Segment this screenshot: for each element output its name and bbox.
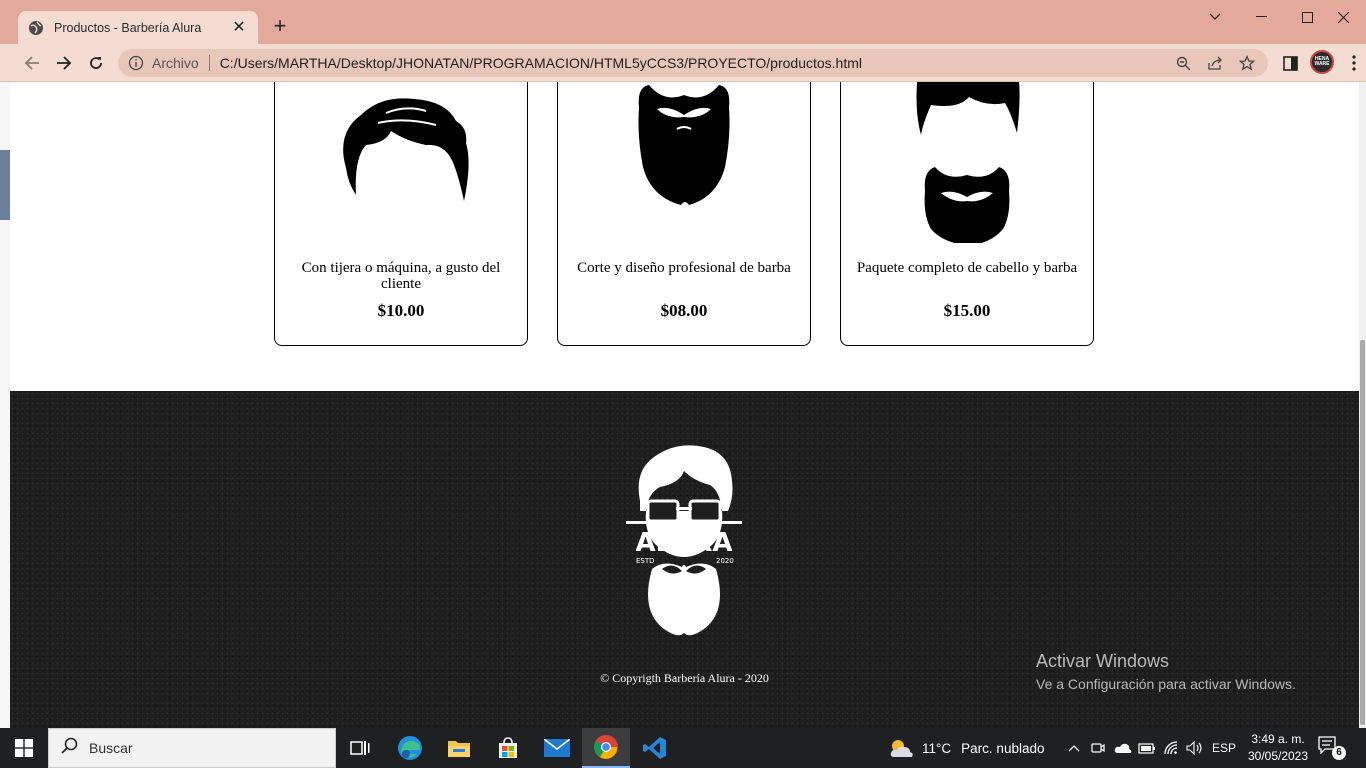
windows-taskbar: Buscar 11°C Parc. nublado ESP 3:49 a. m.…	[0, 728, 1366, 768]
volume-icon[interactable]	[1184, 728, 1206, 768]
clock-time: 3:49 a. m.	[1251, 732, 1305, 746]
search-icon	[61, 737, 79, 760]
browser-tab-productos[interactable]: Productos - Barbería Alura ✕	[18, 11, 258, 44]
close-window-button[interactable]	[1320, 0, 1366, 34]
share-icon[interactable]	[1204, 52, 1226, 74]
partly-cloudy-icon	[888, 737, 914, 759]
page-viewport: Con tijera o máquina, a gusto del client…	[10, 82, 1359, 728]
minimize-button[interactable]	[1238, 0, 1284, 34]
beard-icon	[558, 82, 810, 243]
windows-start-icon[interactable]	[0, 728, 48, 768]
background-window-edge	[0, 82, 10, 728]
search-placeholder: Buscar	[89, 740, 133, 756]
show-hidden-icons-chevron-icon[interactable]	[1064, 728, 1084, 768]
info-icon[interactable]	[128, 55, 144, 71]
taskbar-search-box[interactable]: Buscar	[48, 728, 336, 768]
scrollbar-thumb[interactable]	[1360, 340, 1365, 725]
logo-wordmark: ALURA	[635, 528, 732, 558]
url-text[interactable]: C:/Users/MARTHA/Desktop/JHONATAN/PROGRAM…	[220, 55, 1162, 71]
page-scrollbar[interactable]	[1359, 82, 1366, 728]
side-panel-icon[interactable]	[1278, 51, 1302, 75]
kebab-menu-icon[interactable]	[1342, 51, 1366, 75]
browser-toolbar: Archivo C:/Users/MARTHA/Desktop/JHONATAN…	[0, 44, 1366, 82]
watermark-title: Activar Windows	[1036, 651, 1170, 671]
product-description: Paquete completo de cabello y barba	[856, 260, 1078, 276]
meet-now-icon[interactable]	[1088, 728, 1108, 768]
onedrive-cloud-icon[interactable]	[1112, 728, 1134, 768]
language-indicator[interactable]: ESP	[1208, 728, 1240, 768]
tab-title: Productos - Barbería Alura	[54, 20, 202, 35]
logo-estd-text: ESTD	[636, 557, 655, 565]
edge-browser-icon[interactable]	[386, 728, 434, 768]
chrome-icon[interactable]	[582, 728, 630, 768]
notification-center-icon[interactable]: 6	[1318, 736, 1346, 760]
browser-tab-strip: Productos - Barbería Alura ✕ +	[0, 0, 1366, 44]
product-price: $08.00	[660, 301, 708, 320]
weather-temperature: 11°C	[922, 740, 952, 756]
microsoft-store-icon[interactable]	[484, 728, 532, 768]
url-scheme-label: Archivo	[152, 55, 199, 71]
url-separator	[208, 55, 210, 71]
file-explorer-icon[interactable]	[435, 728, 483, 768]
zoom-icon[interactable]	[1172, 52, 1194, 74]
product-price: $10.00	[377, 301, 425, 320]
hair-and-beard-icon	[841, 82, 1093, 243]
forward-arrow-icon[interactable]	[52, 51, 76, 75]
task-view-icon[interactable]	[336, 728, 384, 768]
wifi-icon[interactable]	[1160, 728, 1182, 768]
hair-icon	[275, 82, 527, 243]
address-bar[interactable]: Archivo C:/Users/MARTHA/Desktop/JHONATAN…	[118, 49, 1268, 77]
profile-avatar[interactable]: HENA WARE	[1310, 50, 1334, 74]
weather-widget[interactable]: 11°C Parc. nublado	[888, 728, 1044, 768]
mail-icon[interactable]	[533, 728, 581, 768]
windows-activation-watermark: Activar Windows Ve a Configuración para …	[1036, 651, 1296, 692]
globe-icon	[28, 20, 44, 36]
vscode-icon[interactable]	[631, 728, 679, 768]
system-clock[interactable]: 3:49 a. m. 30/05/2023	[1240, 731, 1316, 765]
profile-avatar-text: HENA WARE	[1314, 56, 1330, 67]
product-card: Paquete completo de cabello y barba $15.…	[840, 82, 1094, 346]
product-card: Con tijera o máquina, a gusto del client…	[274, 82, 528, 346]
close-tab-icon[interactable]: ✕	[230, 19, 248, 37]
page-footer: ALURA ESTD 2020 © Copyrigth Barbería Alu…	[10, 391, 1359, 728]
new-tab-button[interactable]: +	[268, 14, 292, 38]
battery-icon[interactable]	[1136, 728, 1158, 768]
weather-description: Parc. nublado	[961, 740, 1045, 756]
logo-year-text: 2020	[716, 557, 734, 565]
clock-date: 30/05/2023	[1247, 749, 1309, 763]
product-price: $15.00	[943, 301, 991, 320]
product-description: Corte y diseño profesional de barba	[577, 260, 791, 276]
product-description: Con tijera o máquina, a gusto del client…	[301, 260, 501, 292]
product-card: Corte y diseño profesional de barba $08.…	[557, 82, 811, 346]
back-arrow-icon[interactable]	[20, 51, 44, 75]
reload-icon[interactable]	[84, 51, 108, 75]
watermark-subtitle: Ve a Configuración para activar Windows.	[1036, 676, 1296, 692]
bookmark-star-icon[interactable]	[1236, 52, 1258, 74]
tab-search-chevron-icon[interactable]	[1192, 0, 1238, 34]
notification-count-badge: 6	[1332, 746, 1346, 760]
alura-logo: ALURA ESTD 2020	[624, 441, 744, 641]
